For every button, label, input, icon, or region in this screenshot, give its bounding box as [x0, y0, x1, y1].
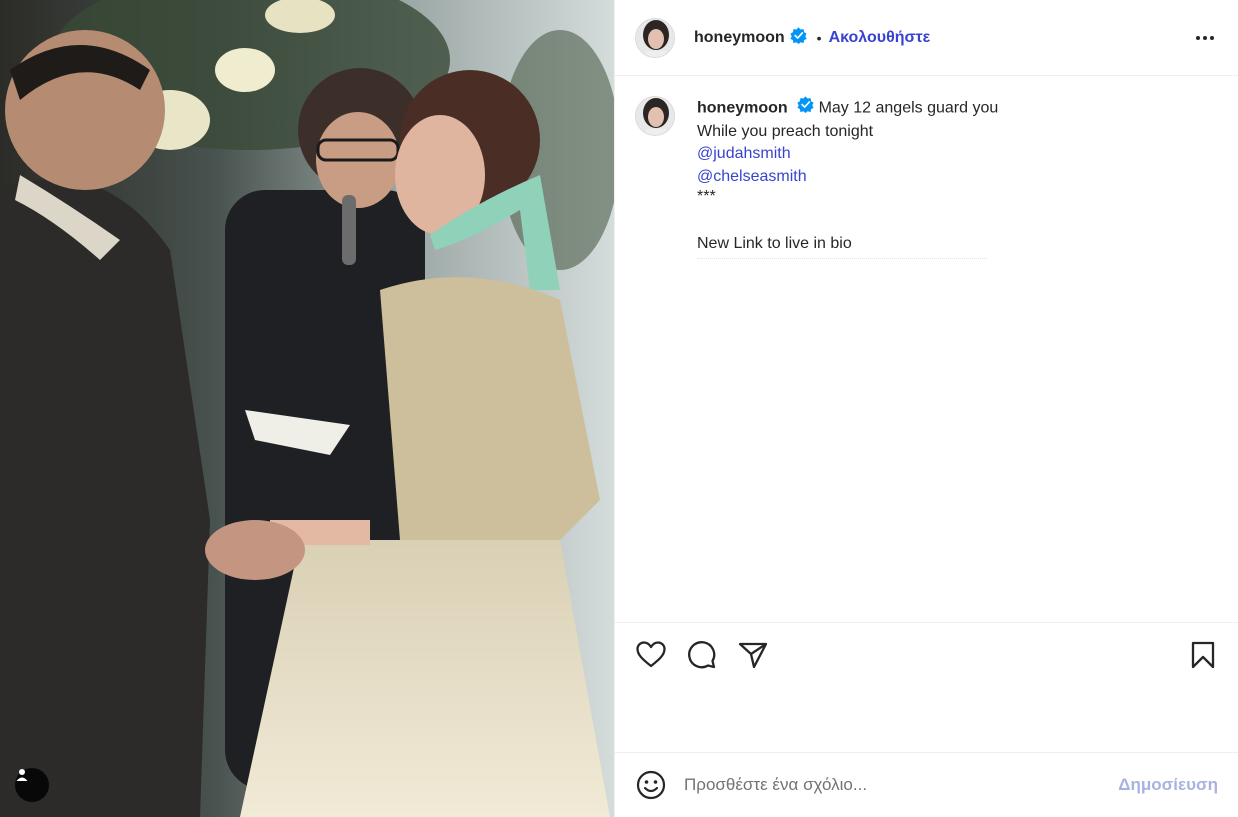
caption-line: While you preach tonight: [697, 122, 874, 140]
avatar[interactable]: [635, 17, 675, 58]
verified-badge-icon: [797, 96, 814, 121]
instagram-post: honeymoon • Ακολουθήστε honeymoon May 12…: [0, 0, 1238, 817]
wedding-photo-illustration: [0, 0, 614, 817]
comment-input[interactable]: [684, 775, 1119, 795]
avatar-photo: [636, 18, 674, 57]
avatar-photo: [636, 97, 674, 135]
header-username[interactable]: honeymoon: [694, 29, 785, 47]
emoji-icon[interactable]: [635, 770, 666, 801]
post-photo[interactable]: [0, 0, 614, 817]
post-actions: [615, 622, 1238, 752]
follow-button[interactable]: Ακολουθήστε: [829, 29, 931, 47]
comment-icon[interactable]: [686, 639, 717, 670]
post-comment-button[interactable]: Δημοσίευση: [1118, 775, 1218, 795]
more-options-icon[interactable]: [1192, 28, 1218, 48]
mention-link[interactable]: @chelseasmith: [697, 166, 998, 189]
caption-line: May 12 angels guard you: [818, 99, 999, 117]
heart-icon[interactable]: [635, 639, 666, 670]
caption-area: honeymoon May 12 angels guard you While …: [615, 76, 1238, 622]
caption-avatar[interactable]: [635, 96, 675, 136]
person-icon: [16, 769, 28, 781]
caption-text: honeymoon May 12 angels guard you While …: [697, 96, 998, 622]
comment-bar: Δημοσίευση: [615, 752, 1238, 817]
verified-badge-icon: [790, 26, 807, 49]
caption-username[interactable]: honeymoon: [697, 99, 788, 116]
caption-cutoff: [697, 257, 987, 266]
caption-line: ***: [697, 188, 716, 205]
post-side-panel: honeymoon • Ακολουθήστε honeymoon May 12…: [614, 0, 1238, 817]
mention-link[interactable]: @judahsmith: [697, 143, 998, 166]
share-icon[interactable]: [737, 639, 768, 670]
separator-dot: •: [816, 29, 822, 46]
post-header: honeymoon • Ακολουθήστε: [615, 0, 1238, 76]
bookmark-icon[interactable]: [1187, 639, 1218, 670]
caption-line: New Link to live in bio: [697, 235, 852, 252]
tagged-users-button[interactable]: [15, 768, 49, 802]
